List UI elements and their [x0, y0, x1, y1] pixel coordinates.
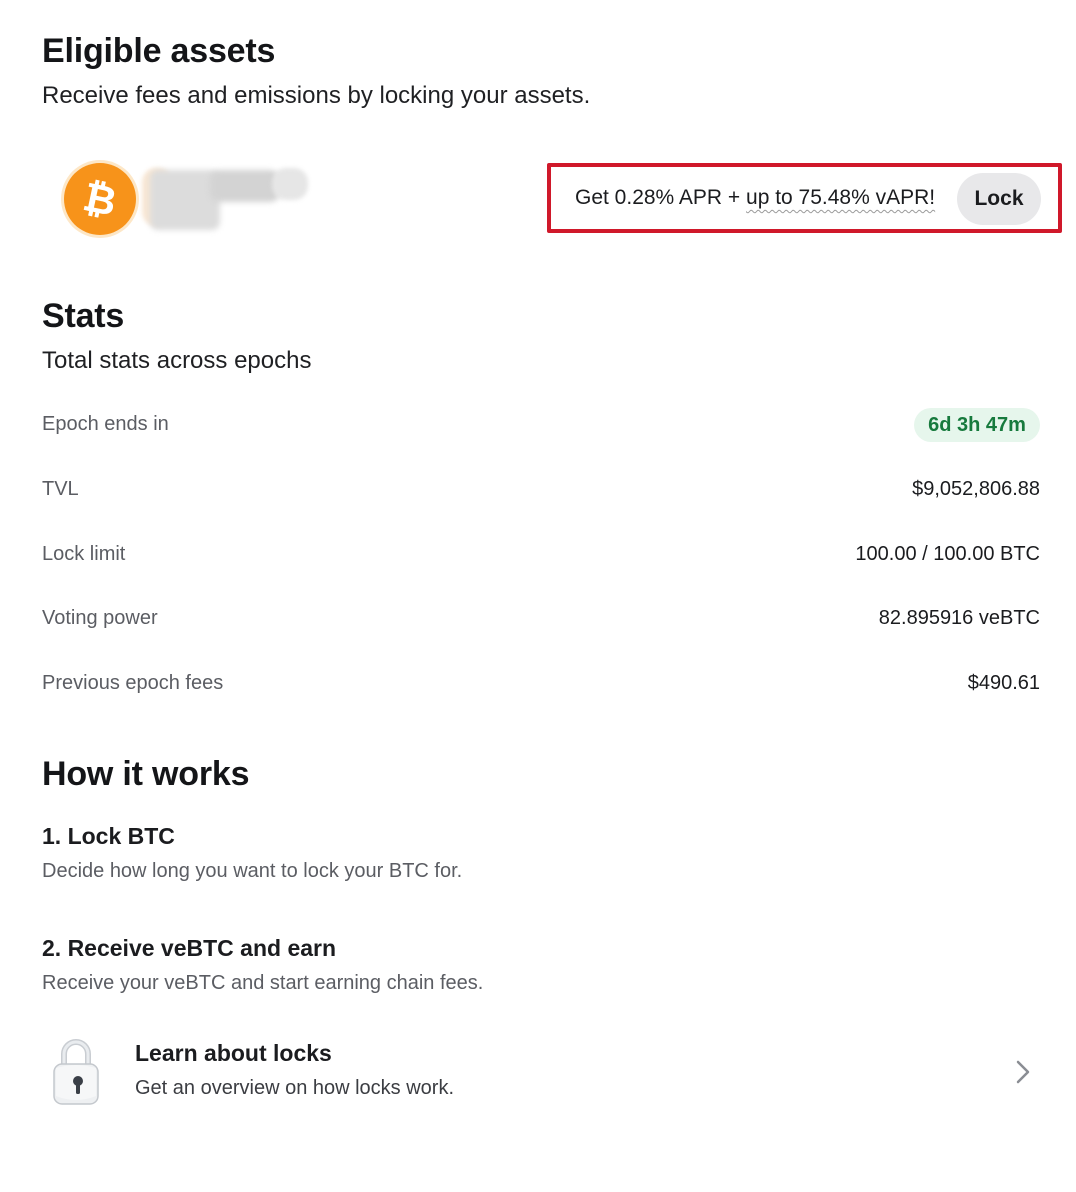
stat-label-voting-power: Voting power: [42, 607, 158, 629]
bitcoin-icon: ₿: [64, 163, 136, 235]
stat-value-lock-limit: 100.00 / 100.00 BTC: [855, 543, 1040, 565]
step-1-title: 1. Lock BTC: [42, 823, 175, 849]
redacted-asset-name-part: [210, 170, 280, 202]
apr-promo-text: Get 0.28% APR + up to 75.48% vAPR!: [575, 186, 935, 210]
stat-label-tvl: TVL: [42, 478, 79, 500]
apr-promo-prefix: Get 0.28% APR +: [575, 186, 747, 209]
step-1-description: Decide how long you want to lock your BT…: [42, 860, 463, 882]
learn-about-locks-description: Get an overview on how locks work.: [135, 1077, 455, 1099]
stat-value-previous-fees: $490.61: [967, 672, 1040, 694]
vapr-tooltip-trigger[interactable]: up to 75.48% vAPR!: [746, 186, 935, 209]
stats-title: Stats: [42, 297, 125, 335]
lock-button[interactable]: Lock: [957, 173, 1041, 225]
stat-value-voting-power: 82.895916 veBTC: [878, 607, 1040, 629]
stat-label-lock-limit: Lock limit: [42, 543, 126, 565]
eligible-assets-title: Eligible assets: [42, 32, 276, 70]
learn-about-locks-title: Learn about locks: [135, 1040, 332, 1066]
stats-subtitle: Total stats across epochs: [42, 347, 312, 374]
stat-label-epoch-ends: Epoch ends in: [42, 413, 169, 435]
eligible-assets-subtitle: Receive fees and emissions by locking yo…: [42, 82, 591, 109]
chevron-right-icon[interactable]: [1010, 1058, 1036, 1086]
how-it-works-title: How it works: [42, 755, 250, 793]
epoch-countdown-badge: 6d 3h 47m: [914, 408, 1040, 442]
padlock-icon: [48, 1034, 104, 1108]
redacted-asset-name-end: [272, 168, 308, 200]
svg-text:₿: ₿: [79, 174, 120, 226]
stat-value-tvl: $9,052,806.88: [912, 478, 1040, 500]
step-2-description: Receive your veBTC and start earning cha…: [42, 972, 484, 994]
step-2-title: 2. Receive veBTC and earn: [42, 935, 337, 961]
stat-label-previous-fees: Previous epoch fees: [42, 672, 224, 694]
